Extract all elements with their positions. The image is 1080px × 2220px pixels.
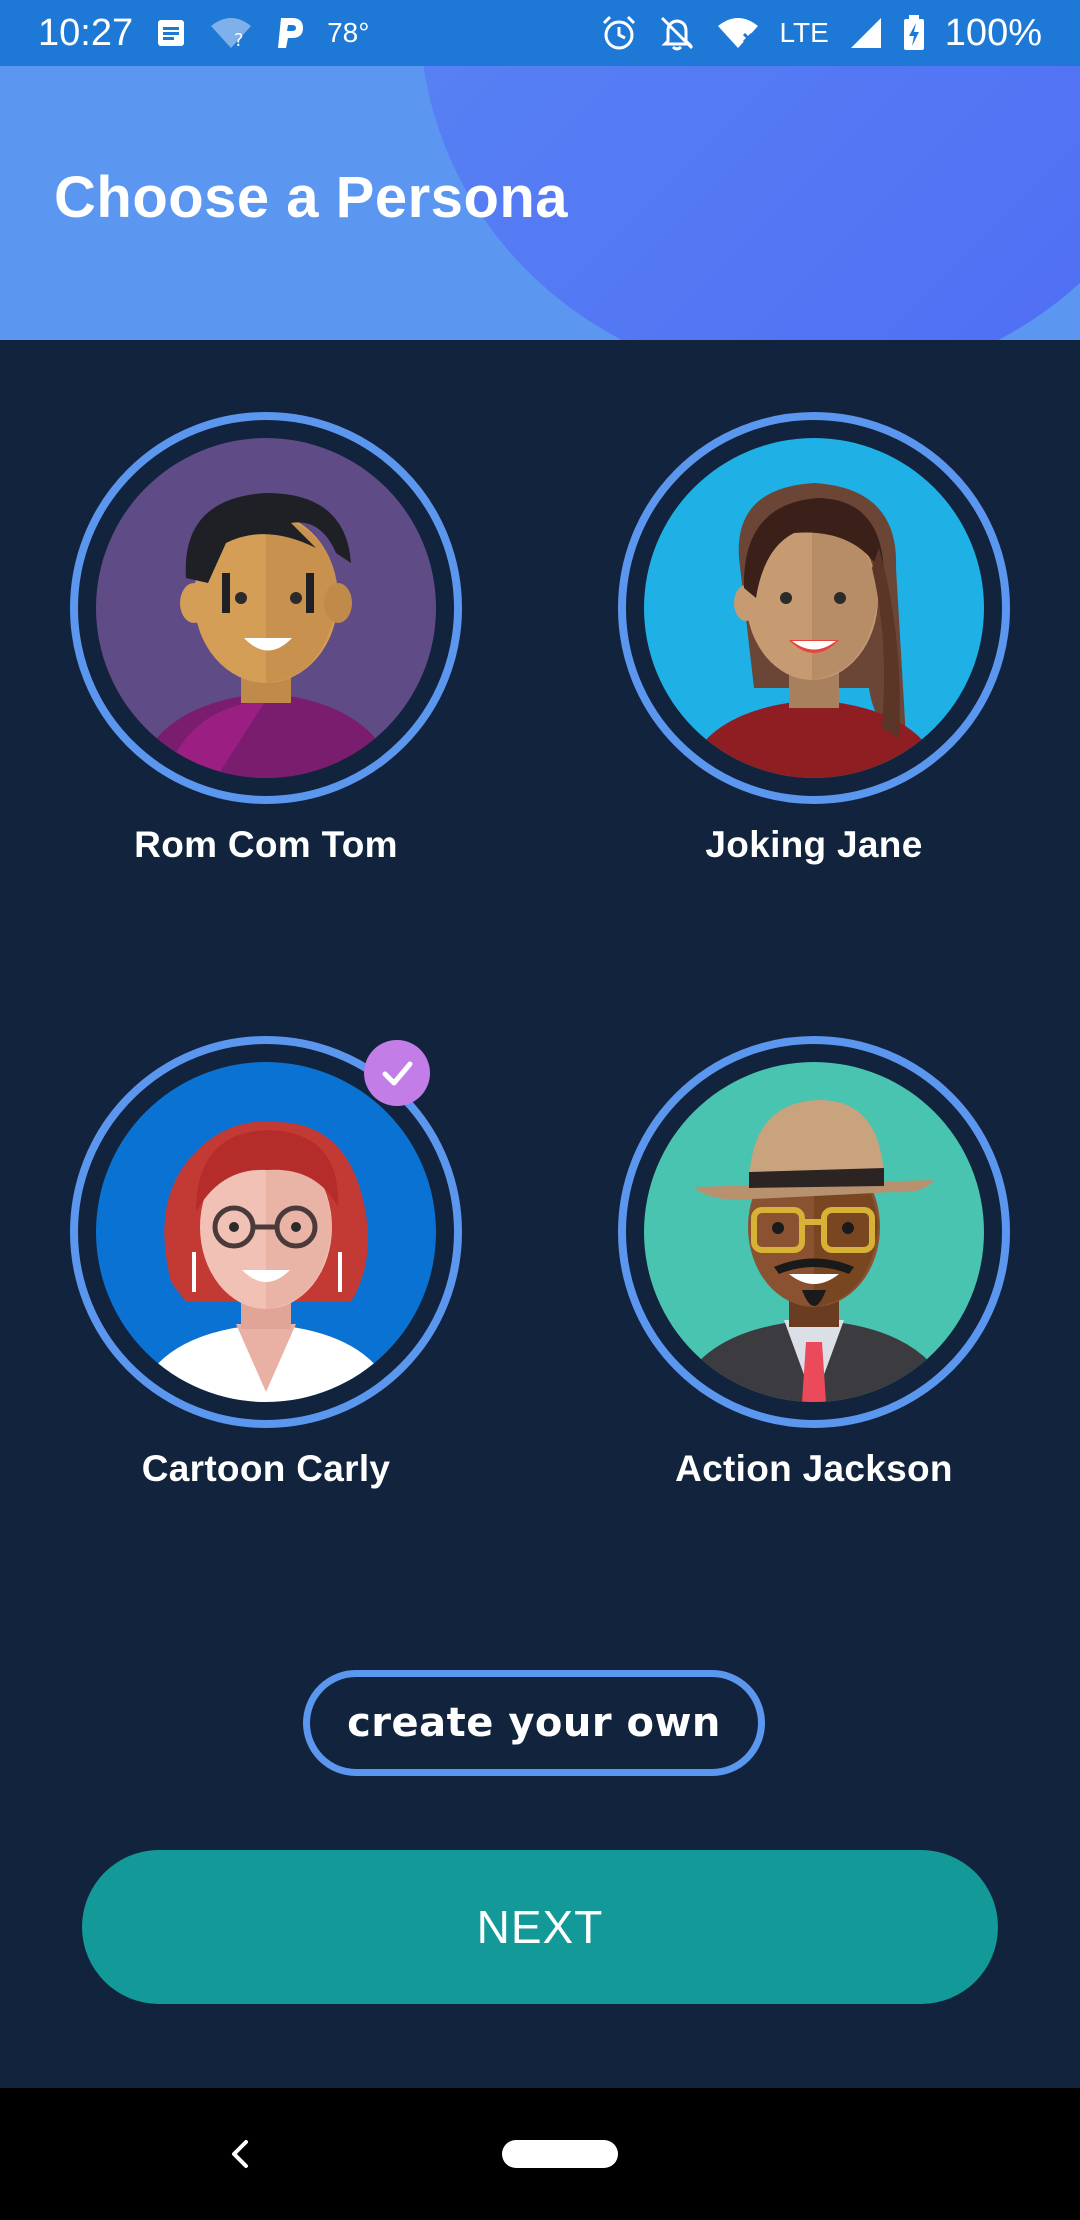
header: Choose a Persona [0,66,1080,340]
status-temperature: 78° [327,17,370,48]
alarm-icon [600,14,638,52]
network-type: LTE [779,17,829,48]
avatar-action-jackson [644,1062,984,1402]
navigation-bar [0,2088,1080,2220]
persona-joking-jane[interactable]: Joking Jane [604,412,1024,866]
next-button[interactable]: NEXT [82,1850,998,2004]
battery-charging-icon [903,15,925,51]
avatar-joking-jane [644,438,984,778]
wifi-question-icon: ? [209,16,253,50]
status-time: 10:27 [38,11,134,54]
avatar-ring[interactable] [70,1036,462,1428]
persona-cartoon-carly[interactable]: Cartoon Carly [56,1036,476,1490]
notes-icon [155,17,187,49]
avatar-ring[interactable] [618,1036,1010,1428]
create-your-own-button[interactable]: create your own [303,1670,765,1776]
home-pill[interactable] [502,2140,618,2168]
battery-level: 100% [944,11,1042,54]
avatar-rom-com-tom [96,438,436,778]
parking-icon [275,16,305,50]
persona-action-jackson[interactable]: Action Jackson [604,1036,1024,1490]
avatar-ring[interactable] [70,412,462,804]
persona-name: Rom Com Tom [134,824,398,865]
wifi-icon [716,16,760,50]
status-bar: 10:27 ? 78° LTE 100% [0,0,1080,66]
persona-name: Cartoon Carly [141,1448,391,1489]
persona-rom-com-tom[interactable]: Rom Com Tom [56,412,476,866]
persona-name: Joking Jane [705,824,923,865]
svg-text:?: ? [234,30,244,50]
avatar-ring[interactable] [618,412,1010,804]
signal-icon [849,16,883,50]
avatar-cartoon-carly [96,1062,436,1402]
persona-name: Action Jackson [675,1448,953,1489]
back-icon[interactable] [216,2130,264,2178]
page-title: Choose a Persona [54,165,569,230]
selected-check-icon [364,1040,430,1106]
notifications-off-icon [658,14,696,52]
